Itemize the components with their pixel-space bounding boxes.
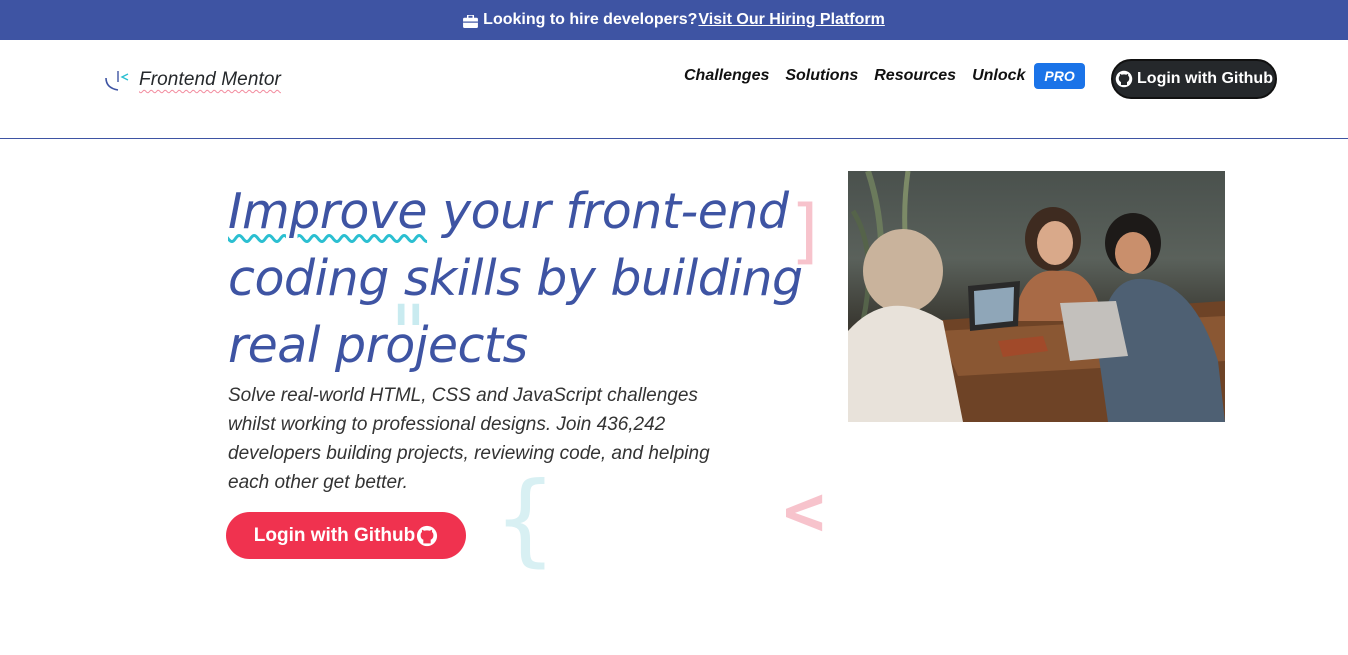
- briefcase-icon: [463, 14, 479, 28]
- hero-description: Solve real-world HTML, CSS and JavaScrip…: [228, 385, 710, 493]
- top-banner: Looking to hire developers? Visit Our Hi…: [0, 0, 1348, 40]
- github-icon: [417, 525, 438, 546]
- hero-login-label: Login with Github: [253, 524, 416, 546]
- github-icon: [1115, 70, 1133, 88]
- hiring-platform-link[interactable]: Visit Our Hiring Platform: [698, 11, 884, 29]
- hero-photo: [848, 171, 1225, 422]
- nav-resources[interactable]: Resources: [874, 67, 956, 85]
- logo-icon: [105, 71, 129, 91]
- hero-title: Improve your front-end coding skills by …: [228, 178, 808, 379]
- deco-less-than: <: [783, 470, 826, 552]
- pro-badge[interactable]: PRO: [1034, 63, 1085, 89]
- main-nav: Challenges Solutions Resources Unlock PR…: [684, 63, 1085, 89]
- nav-unlock[interactable]: Unlock: [972, 67, 1025, 85]
- hero-title-highlight: Improve: [228, 183, 428, 240]
- site-header: Frontend Mentor Challenges Solutions Res…: [0, 40, 1348, 139]
- logo[interactable]: Frontend Mentor: [104, 66, 281, 94]
- nav-solutions[interactable]: Solutions: [785, 67, 858, 85]
- developers-photo: [848, 171, 1225, 422]
- logo-text: Frontend Mentor: [139, 69, 281, 90]
- hero-login-button[interactable]: Login with Github: [226, 512, 466, 559]
- nav-challenges[interactable]: Challenges: [684, 67, 769, 85]
- header-login-label: Login with Github: [1137, 70, 1273, 87]
- header-login-button[interactable]: Login with Github: [1111, 59, 1277, 99]
- banner-text: Looking to hire developers?: [483, 11, 698, 28]
